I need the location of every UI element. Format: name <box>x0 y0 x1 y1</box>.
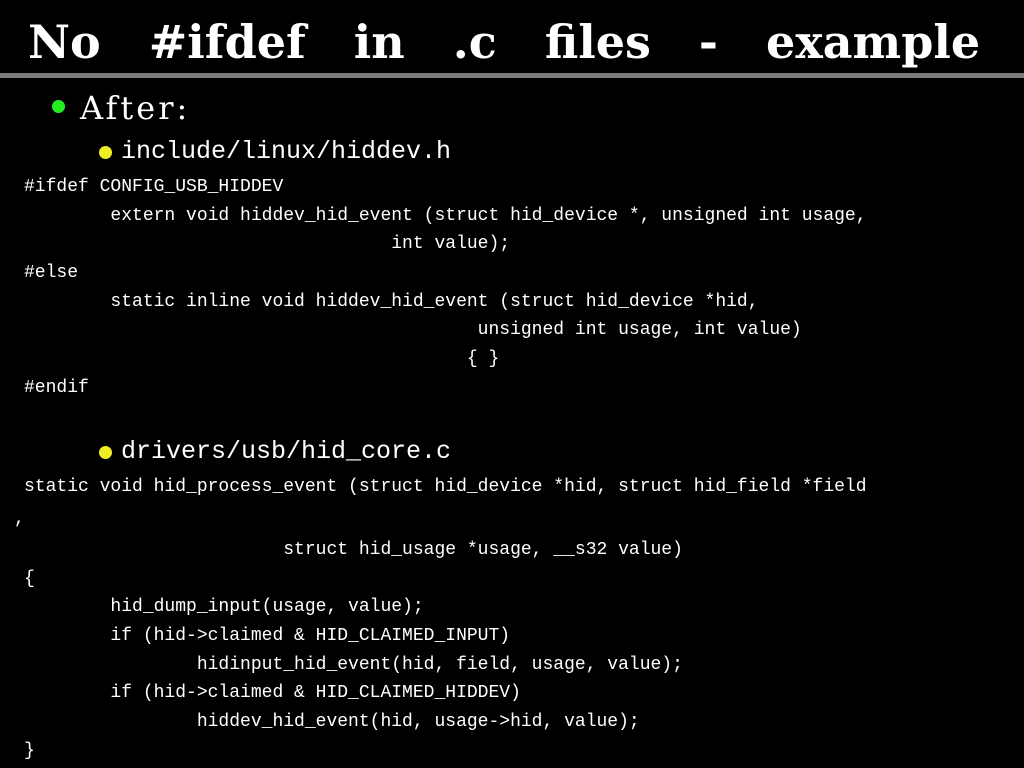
bullet-yellow-icon <box>99 146 112 159</box>
section2-code-wrap: , <box>14 505 25 534</box>
code-line: #endif <box>24 377 89 398</box>
code-line: unsigned int usage, int value) <box>24 320 802 341</box>
code-line: if (hid->claimed & HID_CLAIMED_HIDDEV) <box>24 683 521 704</box>
section2-heading: drivers/usb/hid_core.c <box>121 437 452 466</box>
code-line: static inline void hiddev_hid_event (str… <box>24 291 759 312</box>
code-line: extern void hiddev_hid_event (struct hid… <box>24 205 867 226</box>
code-line: static void hid_process_event (struct hi… <box>24 477 867 497</box>
code-line: hidinput_hid_event(hid, field, usage, va… <box>24 654 683 675</box>
section2-code-block: struct hid_usage *usage, __s32 value) { h… <box>24 536 683 766</box>
section1-code-block: #ifdef CONFIG_USB_HIDDEV extern void hid… <box>24 173 867 403</box>
bullet-yellow-icon <box>99 446 112 459</box>
bullet-green-icon <box>52 100 65 113</box>
code-line: { } <box>24 349 500 370</box>
code-line: } <box>24 740 35 761</box>
code-line: hiddev_hid_event(hid, usage->hid, value)… <box>24 712 640 733</box>
code-line: #ifdef CONFIG_USB_HIDDEV <box>24 177 284 197</box>
code-line: { <box>24 568 35 589</box>
code-line: int value); <box>24 234 511 255</box>
bullet-after-label: After: <box>80 89 191 127</box>
section2-code-block-first: static void hid_process_event (struct hi… <box>24 473 867 502</box>
section1-heading: include/linux/hiddev.h <box>121 137 452 166</box>
code-line: #else <box>24 263 79 284</box>
title-divider <box>0 73 1024 78</box>
code-line: , <box>14 509 25 529</box>
slide-title: No #ifdef in .c files - example <box>28 15 981 69</box>
code-line: if (hid->claimed & HID_CLAIMED_INPUT) <box>24 626 511 647</box>
code-line: struct hid_usage *usage, __s32 value) <box>24 540 683 560</box>
code-line: hid_dump_input(usage, value); <box>24 597 424 618</box>
